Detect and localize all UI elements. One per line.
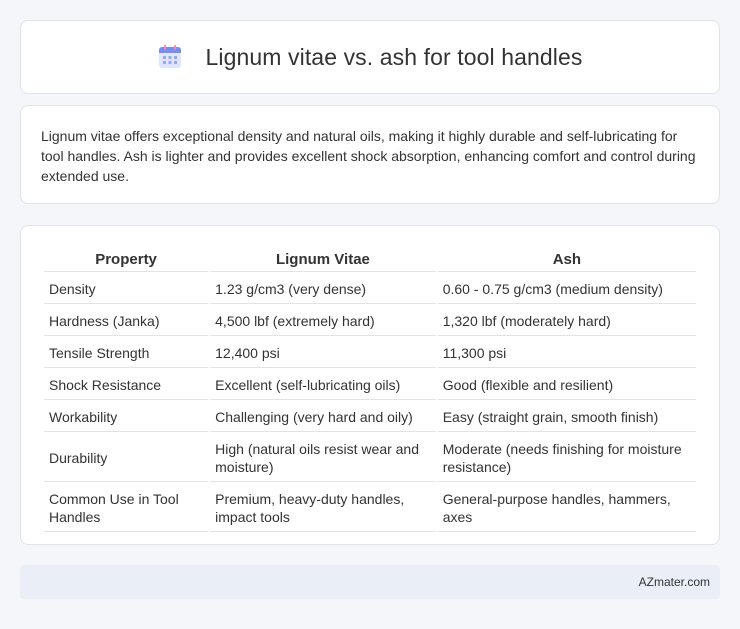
calendar-icon	[159, 45, 182, 68]
ash-cell: Moderate (needs finishing for moisture r…	[437, 434, 696, 482]
column-header-lignum-vitae: Lignum Vitae	[210, 249, 436, 272]
lignum-vitae-cell: Challenging (very hard and oily)	[210, 402, 436, 432]
table-row: Durability High (natural oils resist wea…	[44, 434, 696, 482]
property-cell: Shock Resistance	[44, 370, 209, 400]
table-row: Shock Resistance Excellent (self-lubrica…	[44, 370, 696, 400]
lignum-vitae-cell: 1.23 g/cm3 (very dense)	[210, 274, 436, 304]
table-row: Common Use in Tool Handles Premium, heav…	[44, 484, 696, 532]
column-header-ash: Ash	[437, 249, 696, 272]
footer-brand: AZmater.com	[638, 575, 710, 589]
table-header-row: Property Lignum Vitae Ash	[44, 249, 696, 272]
ash-cell: 0.60 - 0.75 g/cm3 (medium density)	[437, 274, 696, 304]
footer: AZmater.com	[20, 565, 720, 599]
ash-cell: 1,320 lbf (moderately hard)	[437, 306, 696, 336]
lignum-vitae-cell: 12,400 psi	[210, 338, 436, 368]
ash-cell: Easy (straight grain, smooth finish)	[437, 402, 696, 432]
ash-cell: Good (flexible and resilient)	[437, 370, 696, 400]
table-row: Tensile Strength 12,400 psi 11,300 psi	[44, 338, 696, 368]
intro-text: Lignum vitae offers exceptional density …	[41, 128, 696, 184]
column-header-property: Property	[44, 249, 209, 272]
property-cell: Common Use in Tool Handles	[44, 484, 209, 532]
title-card: Lignum vitae vs. ash for tool handles	[20, 20, 720, 94]
lignum-vitae-cell: Excellent (self-lubricating oils)	[210, 370, 436, 400]
property-cell: Workability	[44, 402, 209, 432]
property-cell: Hardness (Janka)	[44, 306, 209, 336]
table-row: Density 1.23 g/cm3 (very dense) 0.60 - 0…	[44, 274, 696, 304]
lignum-vitae-cell: Premium, heavy-duty handles, impact tool…	[210, 484, 436, 532]
ash-cell: General-purpose handles, hammers, axes	[437, 484, 696, 532]
page-title: Lignum vitae vs. ash for tool handles	[205, 43, 583, 70]
property-cell: Durability	[44, 434, 209, 482]
comparison-table: Property Lignum Vitae Ash Density 1.23 g…	[42, 247, 698, 534]
table-row: Hardness (Janka) 4,500 lbf (extremely ha…	[44, 306, 696, 336]
intro-card: Lignum vitae offers exceptional density …	[20, 105, 720, 204]
lignum-vitae-cell: High (natural oils resist wear and moist…	[210, 434, 436, 482]
table-row: Workability Challenging (very hard and o…	[44, 402, 696, 432]
property-cell: Tensile Strength	[44, 338, 209, 368]
lignum-vitae-cell: 4,500 lbf (extremely hard)	[210, 306, 436, 336]
property-cell: Density	[44, 274, 209, 304]
comparison-table-card: Property Lignum Vitae Ash Density 1.23 g…	[20, 225, 720, 545]
ash-cell: 11,300 psi	[437, 338, 696, 368]
title-wrap: Lignum vitae vs. ash for tool handles	[157, 44, 582, 71]
